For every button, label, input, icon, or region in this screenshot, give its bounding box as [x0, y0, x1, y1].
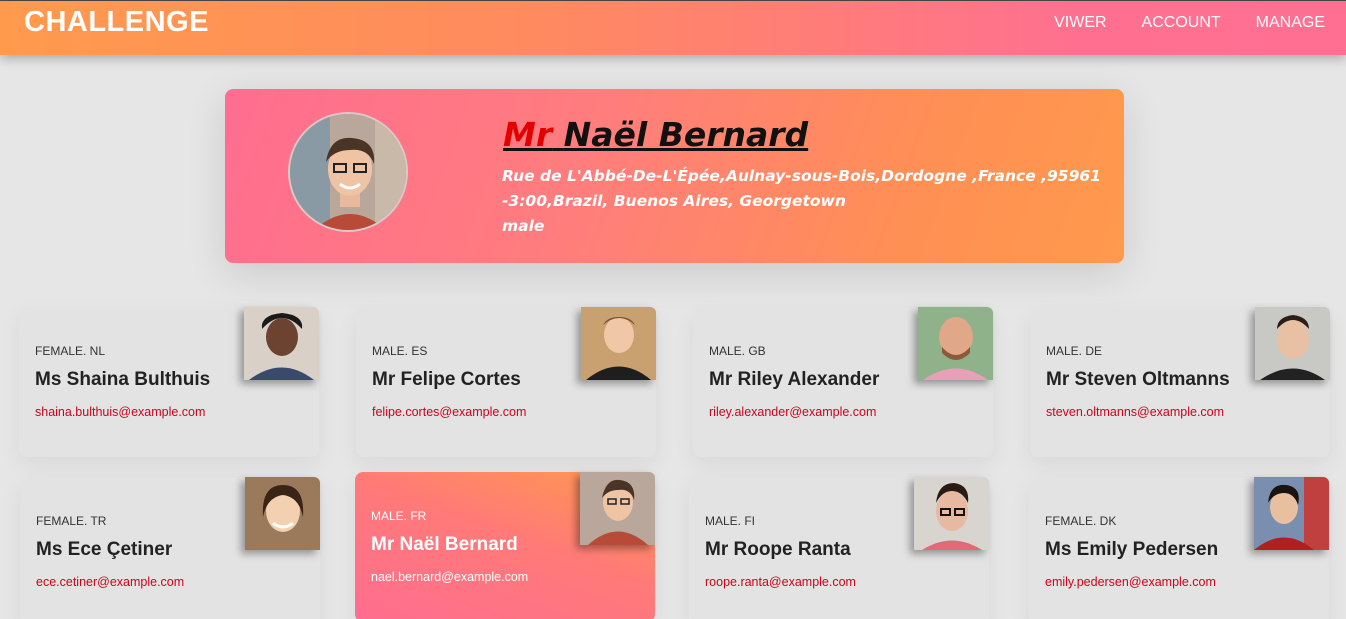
user-card[interactable]: FEMALE. TR Ms Ece Çetiner ece.cetiner@ex…	[20, 477, 320, 619]
card-name: Mr Naël Bernard	[371, 534, 518, 555]
nav-account[interactable]: ACCOUNT	[1142, 14, 1221, 32]
card-email[interactable]: nael.bernard@example.com	[371, 570, 528, 584]
card-avatar	[244, 307, 319, 380]
card-avatar	[581, 307, 656, 380]
featured-profile-card: Mr Naël Bernard Rue de L'Abbé-De-L'Épée,…	[225, 89, 1124, 263]
user-card[interactable]: MALE. DE Mr Steven Oltmanns steven.oltma…	[1030, 307, 1330, 457]
featured-avatar	[288, 112, 408, 232]
featured-name: Mr Naël Bernard	[503, 115, 808, 154]
featured-fullname: Naël Bernard	[563, 115, 809, 154]
card-meta: FEMALE. DK	[1045, 514, 1117, 528]
card-meta: MALE. FR	[371, 509, 427, 523]
featured-title: Mr	[503, 115, 553, 154]
brand-logo[interactable]: CHALLENGE	[24, 6, 209, 39]
nav-manage[interactable]: MANAGE	[1256, 14, 1325, 32]
card-name: Ms Emily Pedersen	[1045, 539, 1219, 560]
featured-timezone: -3:00,Brazil, Buenos Aires, Georgetown	[502, 192, 846, 210]
card-name: Mr Roope Ranta	[705, 539, 851, 560]
card-avatar	[580, 472, 655, 545]
card-meta: MALE. ES	[372, 344, 428, 358]
user-card[interactable]: FEMALE. DK Ms Emily Pedersen emily.peder…	[1029, 477, 1329, 619]
card-avatar	[1254, 477, 1329, 550]
card-meta: MALE. GB	[709, 344, 766, 358]
top-navbar: CHALLENGE VIWER ACCOUNT MANAGE	[0, 0, 1346, 55]
card-email[interactable]: riley.alexander@example.com	[709, 405, 876, 419]
card-name: Mr Felipe Cortes	[372, 369, 521, 390]
user-card[interactable]: FEMALE. NL Ms Shaina Bulthuis shaina.bul…	[19, 307, 319, 457]
nav-viewer[interactable]: VIWER	[1054, 14, 1106, 32]
card-name: Ms Ece Çetiner	[36, 539, 173, 560]
user-card[interactable]: MALE. GB Mr Riley Alexander riley.alexan…	[693, 307, 993, 457]
card-meta: MALE. FI	[705, 514, 756, 528]
card-avatar	[1255, 307, 1330, 380]
card-avatar	[918, 307, 993, 380]
card-email[interactable]: shaina.bulthuis@example.com	[35, 405, 205, 419]
card-avatar	[914, 477, 989, 550]
card-meta: FEMALE. NL	[35, 344, 106, 358]
card-email[interactable]: emily.pedersen@example.com	[1045, 575, 1216, 589]
featured-gender: male	[502, 217, 545, 235]
featured-address: Rue de L'Abbé-De-L'Épée,Aulnay-sous-Bois…	[502, 167, 1101, 185]
card-name: Mr Steven Oltmanns	[1046, 369, 1230, 390]
card-name: Mr Riley Alexander	[709, 369, 880, 390]
main-nav: VIWER ACCOUNT MANAGE	[1054, 14, 1325, 32]
user-card-selected[interactable]: MALE. FR Mr Naël Bernard nael.bernard@ex…	[355, 472, 655, 619]
card-email[interactable]: felipe.cortes@example.com	[372, 405, 526, 419]
card-meta: MALE. DE	[1046, 344, 1103, 358]
card-email[interactable]: ece.cetiner@example.com	[36, 575, 184, 589]
card-email[interactable]: steven.oltmanns@example.com	[1046, 405, 1224, 419]
card-email[interactable]: roope.ranta@example.com	[705, 575, 856, 589]
card-meta: FEMALE. TR	[36, 514, 107, 528]
card-name: Ms Shaina Bulthuis	[35, 369, 211, 390]
card-avatar	[245, 477, 320, 550]
user-card[interactable]: MALE. ES Mr Felipe Cortes felipe.cortes@…	[356, 307, 656, 457]
user-card[interactable]: MALE. FI Mr Roope Ranta roope.ranta@exam…	[689, 477, 989, 619]
